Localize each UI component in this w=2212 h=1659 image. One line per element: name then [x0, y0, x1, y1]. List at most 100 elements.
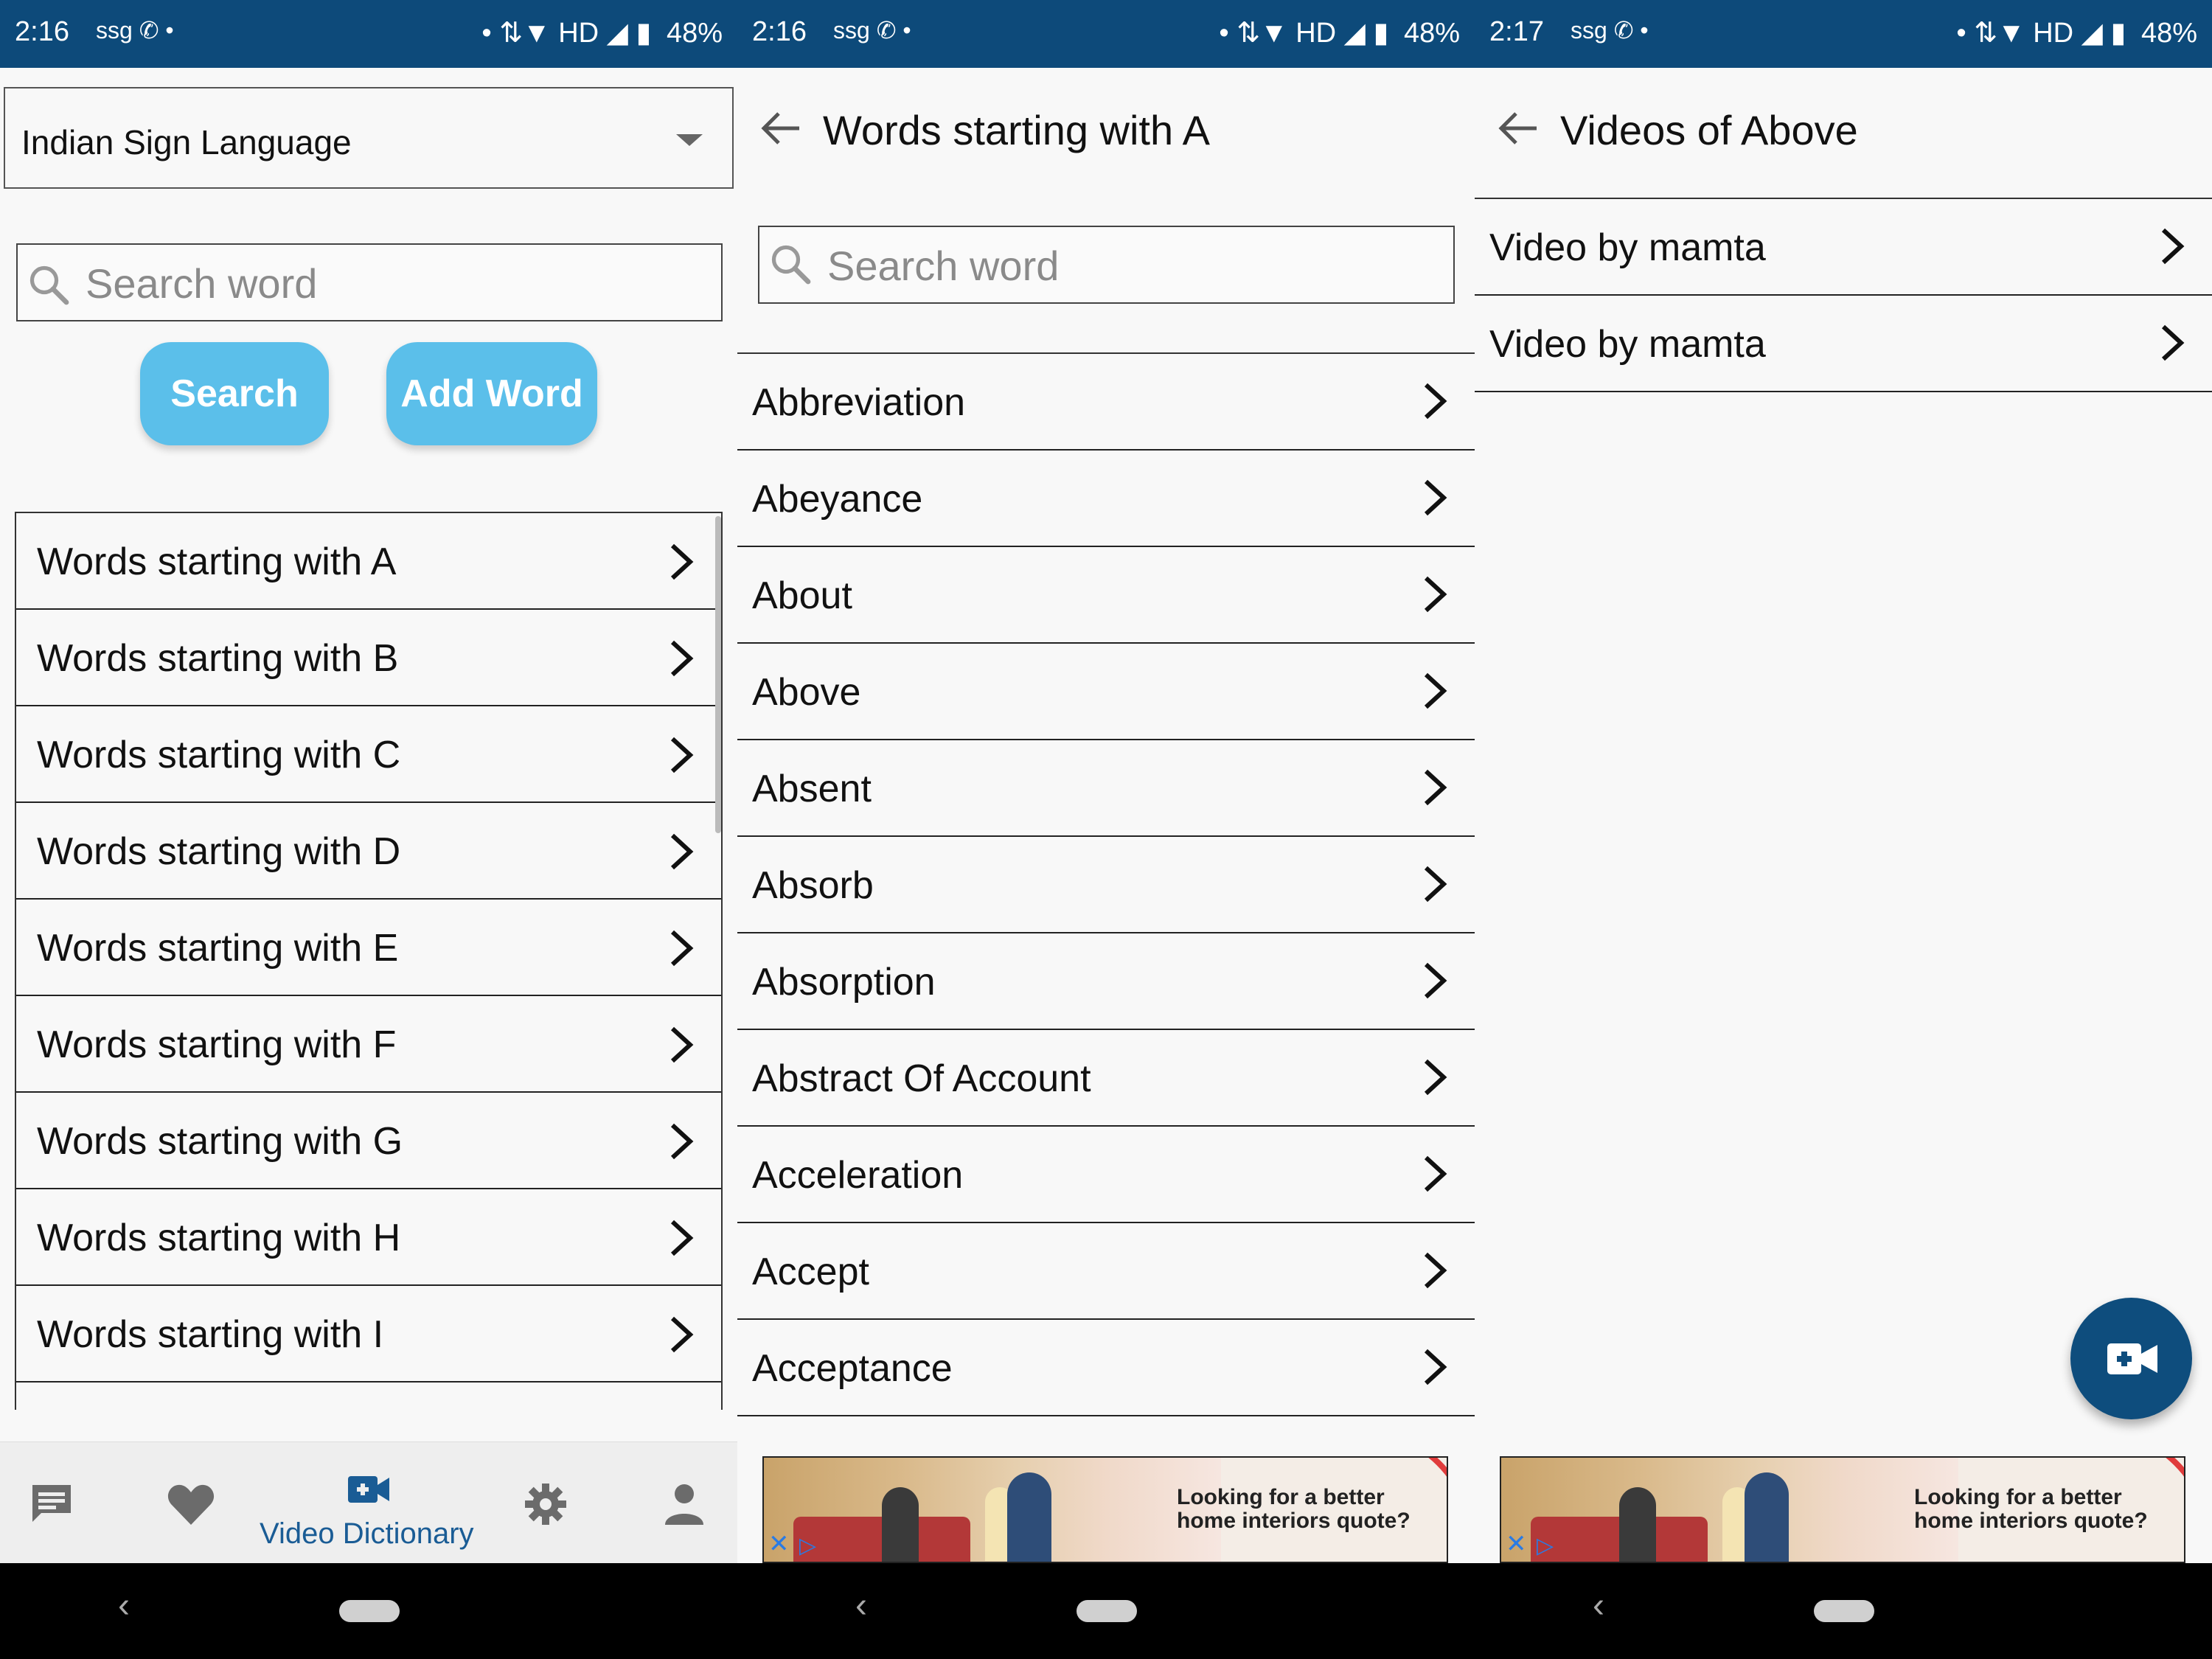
letter-row-g[interactable]: Words starting with G: [16, 1093, 721, 1189]
word-row[interactable]: Abstract Of Account: [737, 1030, 1475, 1127]
ad-text: Looking for a better home interiors quot…: [1177, 1485, 1411, 1533]
nav-profile[interactable]: [656, 1442, 715, 1564]
status-signal-icons: • ⇅▼ HD ◢ ▮: [1219, 18, 1389, 49]
letter-row-i[interactable]: Words starting with I: [16, 1286, 721, 1382]
ad-choices-icon[interactable]: ▷: [799, 1533, 816, 1559]
status-bar: 2:16 ssg ✆ • • ⇅▼ HD ◢ ▮ 48%: [0, 0, 737, 68]
ad-banner[interactable]: Looking for a better home interiors quot…: [1500, 1456, 2185, 1563]
chevron-right-icon: [2161, 324, 2185, 361]
add-video-fab[interactable]: [2070, 1298, 2192, 1419]
bottom-navigation: Video Dictionary: [0, 1441, 737, 1564]
nav-favorites[interactable]: [162, 1442, 221, 1564]
word-row[interactable]: Absorption: [737, 933, 1475, 1030]
back-arrow-icon[interactable]: [1495, 106, 1540, 150]
battery-level: 48%: [666, 18, 723, 49]
letter-row-a[interactable]: Words starting with A: [16, 513, 721, 610]
search-icon: [771, 245, 811, 285]
letter-row-f[interactable]: Words starting with F: [16, 996, 721, 1093]
list-scrollbar[interactable]: [715, 516, 721, 833]
chevron-right-icon: [1424, 1155, 1447, 1192]
search-field[interactable]: [16, 243, 723, 321]
chevron-right-icon: [1424, 383, 1447, 420]
status-notification-icons: ssg ✆ •: [833, 17, 911, 44]
ad-text: Looking for a better home interiors quot…: [1914, 1485, 2148, 1533]
ad-image-person: [882, 1487, 919, 1562]
letter-row-b[interactable]: Words starting with B: [16, 610, 721, 706]
language-select-value: Indian Sign Language: [21, 123, 352, 161]
chevron-right-icon: [670, 1220, 694, 1256]
word-label: About: [752, 574, 852, 617]
status-system-icons: • ⇅▼ HD ◢ ▮ 48%: [1211, 16, 1460, 49]
chevron-right-icon: [1424, 479, 1447, 516]
app-bar: Words starting with A: [737, 68, 1475, 193]
word-row[interactable]: Above: [737, 644, 1475, 740]
ad-close-icon[interactable]: ✕: [1506, 1529, 1527, 1559]
chevron-right-icon: [1424, 1349, 1447, 1385]
letter-row-e[interactable]: Words starting with E: [16, 900, 721, 996]
app-bar: Videos of Above: [1475, 68, 2212, 193]
status-signal-icons: • ⇅▼ HD ◢ ▮: [1956, 18, 2126, 49]
chevron-right-icon: [2161, 228, 2185, 265]
letter-row-label: Words starting with C: [37, 734, 401, 776]
ad-image-person: [1619, 1487, 1656, 1562]
word-row[interactable]: Acceleration: [737, 1127, 1475, 1223]
word-row[interactable]: Accept: [737, 1223, 1475, 1320]
letter-row-c[interactable]: Words starting with C: [16, 706, 721, 803]
chevron-right-icon: [670, 1123, 694, 1160]
nav-feedback[interactable]: [22, 1442, 81, 1564]
ad-choices-icon[interactable]: ▷: [1537, 1533, 1554, 1559]
status-system-icons: • ⇅▼ HD ◢ ▮ 48%: [474, 16, 723, 49]
back-arrow-icon[interactable]: [758, 106, 802, 150]
search-input[interactable]: [826, 227, 1449, 304]
system-home-pill[interactable]: [1077, 1600, 1137, 1622]
word-label: Above: [752, 671, 861, 714]
word-row[interactable]: Acceptance: [737, 1320, 1475, 1416]
chat-icon: [32, 1485, 71, 1522]
status-signal-icons: • ⇅▼ HD ◢ ▮: [481, 18, 652, 49]
ad-banner[interactable]: Looking for a better home interiors quot…: [762, 1456, 1448, 1563]
chevron-right-icon: [1424, 672, 1447, 709]
word-row[interactable]: About: [737, 547, 1475, 644]
letter-list: Words starting with A Words starting wit…: [15, 512, 723, 1410]
chevron-right-icon: [1424, 866, 1447, 902]
word-label: Absorb: [752, 864, 874, 907]
language-select[interactable]: Indian Sign Language: [4, 87, 734, 189]
add-word-button[interactable]: Add Word: [386, 342, 597, 445]
system-nav-bar: ‹: [737, 1563, 1475, 1659]
status-notification-icons: ssg ✆ •: [1571, 17, 1649, 44]
video-row[interactable]: Video by mamta: [1475, 296, 2212, 392]
letter-row-label: Words starting with E: [37, 927, 399, 970]
gear-icon: [525, 1484, 566, 1525]
search-input[interactable]: [84, 245, 717, 321]
system-back-icon[interactable]: ‹: [118, 1585, 130, 1626]
nav-active-label: Video Dictionary: [260, 1517, 474, 1550]
video-row[interactable]: Video by mamta: [1475, 199, 2212, 296]
word-row[interactable]: Abbreviation: [737, 354, 1475, 451]
system-home-pill[interactable]: [1814, 1600, 1874, 1622]
video-list: Video by mamta Video by mamta: [1475, 198, 2212, 392]
nav-settings[interactable]: [516, 1442, 575, 1564]
battery-level: 48%: [2140, 18, 2197, 49]
system-back-icon[interactable]: ‹: [855, 1585, 867, 1626]
letter-row-h[interactable]: Words starting with H: [16, 1189, 721, 1286]
ad-close-icon[interactable]: ✕: [768, 1529, 790, 1559]
word-row[interactable]: Abeyance: [737, 451, 1475, 547]
letter-row-d[interactable]: Words starting with D: [16, 803, 721, 900]
system-home-pill[interactable]: [339, 1600, 400, 1622]
system-nav-bar: ‹: [0, 1563, 737, 1659]
search-button[interactable]: Search: [140, 342, 329, 445]
letter-row-label: Words starting with D: [37, 830, 401, 873]
word-row[interactable]: Absent: [737, 740, 1475, 837]
chevron-right-icon: [670, 930, 694, 967]
person-icon: [665, 1484, 703, 1525]
video-label: Video by mamta: [1489, 226, 1766, 269]
word-row[interactable]: Absorb: [737, 837, 1475, 933]
search-field[interactable]: [758, 226, 1455, 304]
letter-row-label: Words starting with A: [37, 540, 397, 583]
system-nav-bar: ‹: [1475, 1563, 2212, 1659]
word-label: Acceleration: [752, 1154, 964, 1197]
system-back-icon[interactable]: ‹: [1593, 1585, 1604, 1626]
battery-level: 48%: [1403, 18, 1460, 49]
chevron-right-icon: [670, 1316, 694, 1353]
status-notification-icons: ssg ✆ •: [96, 17, 174, 44]
